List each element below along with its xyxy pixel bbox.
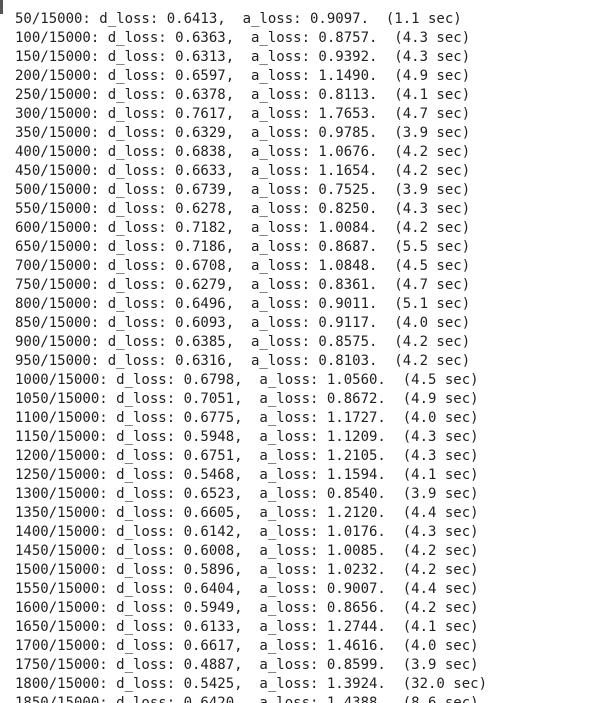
- training-log-output: 50/15000: d_loss: 0.6413, a_loss: 0.9097…: [0, 0, 592, 703]
- log-line: 550/15000: d_loss: 0.6278, a_loss: 0.825…: [15, 201, 471, 217]
- log-line: 800/15000: d_loss: 0.6496, a_loss: 0.901…: [15, 296, 471, 312]
- log-line: 1500/15000: d_loss: 0.5896, a_loss: 1.02…: [15, 562, 479, 578]
- log-line: 600/15000: d_loss: 0.7182, a_loss: 1.008…: [15, 220, 471, 236]
- log-line: 950/15000: d_loss: 0.6316, a_loss: 0.810…: [15, 353, 471, 369]
- log-line: 1000/15000: d_loss: 0.6798, a_loss: 1.05…: [15, 372, 479, 388]
- log-line: 1750/15000: d_loss: 0.4887, a_loss: 0.85…: [15, 657, 479, 673]
- log-line: 350/15000: d_loss: 0.6329, a_loss: 0.978…: [15, 125, 471, 141]
- log-line: 100/15000: d_loss: 0.6363, a_loss: 0.875…: [15, 30, 471, 46]
- log-line: 200/15000: d_loss: 0.6597, a_loss: 1.149…: [15, 68, 471, 84]
- log-line: 1800/15000: d_loss: 0.5425, a_loss: 1.39…: [15, 676, 488, 692]
- log-text: 50/15000: d_loss: 0.6413, a_loss: 0.9097…: [15, 10, 487, 703]
- log-line: 1250/15000: d_loss: 0.5468, a_loss: 1.15…: [15, 467, 479, 483]
- log-line: 450/15000: d_loss: 0.6633, a_loss: 1.165…: [15, 163, 471, 179]
- log-line: 1200/15000: d_loss: 0.6751, a_loss: 1.21…: [15, 448, 479, 464]
- log-line: 1150/15000: d_loss: 0.5948, a_loss: 1.12…: [15, 429, 479, 445]
- log-line: 900/15000: d_loss: 0.6385, a_loss: 0.857…: [15, 334, 471, 350]
- log-line: 150/15000: d_loss: 0.6313, a_loss: 0.939…: [15, 49, 471, 65]
- log-line: 750/15000: d_loss: 0.6279, a_loss: 0.836…: [15, 277, 471, 293]
- log-line: 1300/15000: d_loss: 0.6523, a_loss: 0.85…: [15, 486, 479, 502]
- log-line: 1350/15000: d_loss: 0.6605, a_loss: 1.21…: [15, 505, 479, 521]
- log-line: 1100/15000: d_loss: 0.6775, a_loss: 1.17…: [15, 410, 479, 426]
- log-line: 50/15000: d_loss: 0.6413, a_loss: 0.9097…: [15, 11, 462, 27]
- log-line: 400/15000: d_loss: 0.6838, a_loss: 1.067…: [15, 144, 471, 160]
- log-line: 1550/15000: d_loss: 0.6404, a_loss: 0.90…: [15, 581, 479, 597]
- log-line: 1650/15000: d_loss: 0.6133, a_loss: 1.27…: [15, 619, 479, 635]
- log-line: 300/15000: d_loss: 0.7617, a_loss: 1.765…: [15, 106, 471, 122]
- log-line: 1850/15000: d_loss: 0.6420, a_loss: 1.43…: [15, 695, 479, 703]
- log-line: 250/15000: d_loss: 0.6378, a_loss: 0.811…: [15, 87, 471, 103]
- output-gutter-marker: [0, 0, 3, 14]
- log-line: 650/15000: d_loss: 0.7186, a_loss: 0.868…: [15, 239, 471, 255]
- log-line: 1450/15000: d_loss: 0.6008, a_loss: 1.00…: [15, 543, 479, 559]
- log-line: 1400/15000: d_loss: 0.6142, a_loss: 1.01…: [15, 524, 479, 540]
- log-line: 1600/15000: d_loss: 0.5949, a_loss: 0.86…: [15, 600, 479, 616]
- log-line: 850/15000: d_loss: 0.6093, a_loss: 0.911…: [15, 315, 471, 331]
- log-line: 1050/15000: d_loss: 0.7051, a_loss: 0.86…: [15, 391, 479, 407]
- log-line: 700/15000: d_loss: 0.6708, a_loss: 1.084…: [15, 258, 471, 274]
- log-line: 1700/15000: d_loss: 0.6617, a_loss: 1.46…: [15, 638, 479, 654]
- log-line: 500/15000: d_loss: 0.6739, a_loss: 0.752…: [15, 182, 471, 198]
